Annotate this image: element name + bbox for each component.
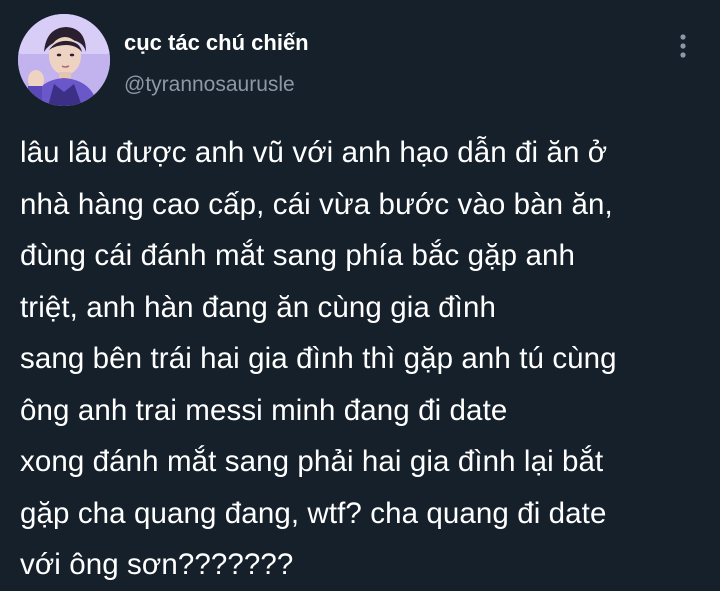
more-options-button[interactable]: [668, 28, 698, 64]
avatar[interactable]: [18, 14, 110, 106]
tweet-text-line: sang bên trái hai gia đình thì gặp anh t…: [20, 342, 617, 375]
tweet: cục tác chú chiến @tyrannosaurusle lâu l…: [0, 0, 720, 589]
tweet-text-line: gặp cha quang đang, wtf? cha quang đi da…: [20, 496, 607, 530]
tweet-text-line: lâu lâu được anh vũ với anh hạo dẫn đi ă…: [20, 136, 608, 169]
more-vertical-icon: [680, 34, 686, 58]
user-handle[interactable]: @tyrannosaurusle: [124, 73, 295, 97]
tweet-text-line: đùng cái đánh mắt sang phía bắc gặp anh: [20, 239, 575, 272]
display-name[interactable]: cục tác chú chiến: [124, 30, 309, 56]
tweet-text-line: xong đánh mắt sang phải hai gia đình lại…: [20, 445, 604, 478]
tweet-text-line: nhà hàng cao cấp, cái vừa bước vào bàn ă…: [20, 187, 613, 221]
tweet-text-line: triệt, anh hàn đang ăn cùng gia đình: [20, 290, 496, 324]
tweet-text-line: với ông sơn???????: [20, 548, 294, 581]
profile-photo-icon: [18, 14, 110, 106]
tweet-text-line: ông anh trai messi minh đang đi date: [20, 393, 508, 427]
tweet-text: lâu lâu được anh vũ với anh hạo dẫn đi ă…: [20, 127, 710, 591]
